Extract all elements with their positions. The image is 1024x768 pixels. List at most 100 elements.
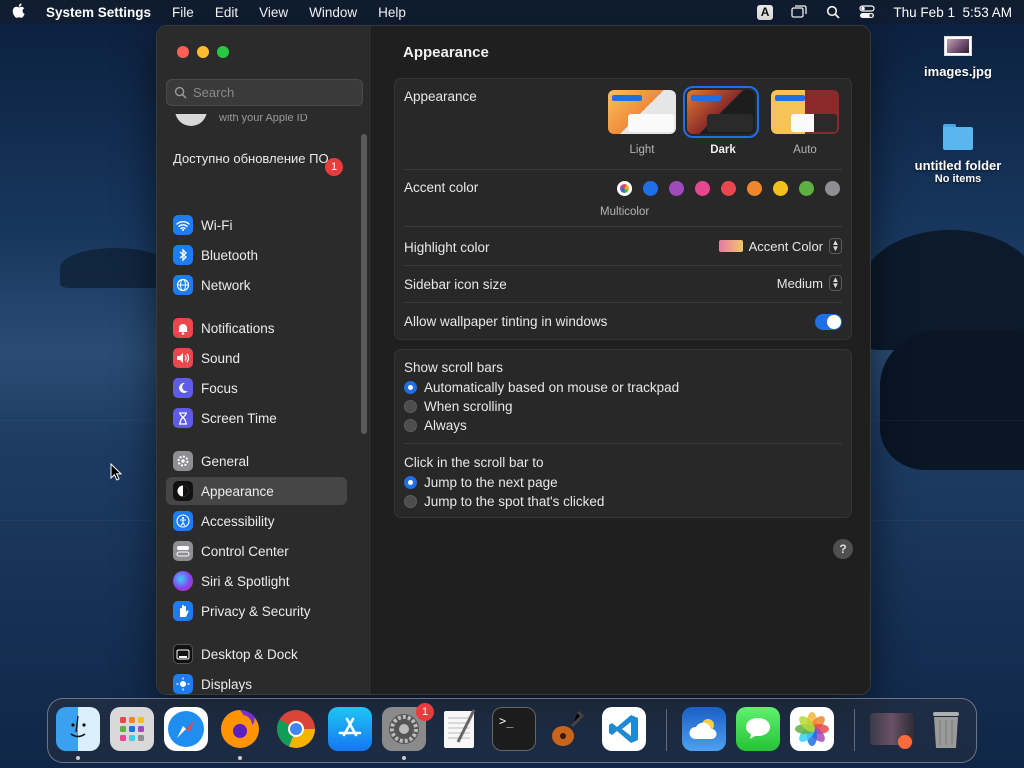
accent-green-swatch[interactable] bbox=[799, 181, 814, 196]
window-controls bbox=[177, 46, 229, 58]
control-center-icon bbox=[173, 541, 193, 561]
menu-app-name[interactable]: System Settings bbox=[46, 5, 151, 20]
close-button[interactable] bbox=[177, 46, 189, 58]
sidebar-item-label: Appearance bbox=[201, 483, 274, 499]
appearance-option-light[interactable] bbox=[608, 90, 676, 134]
dock-textedit[interactable] bbox=[438, 707, 482, 751]
dock-terminal[interactable]: >_ bbox=[492, 707, 536, 751]
sidebar-item-privacy-security[interactable]: Privacy & Security bbox=[166, 597, 347, 625]
menu-file[interactable]: File bbox=[172, 5, 194, 20]
dock-separator bbox=[854, 709, 855, 751]
accent-multicolor-swatch[interactable] bbox=[617, 181, 632, 196]
desktop-folder-untitled[interactable]: untitled folder No items bbox=[906, 124, 1010, 185]
sidebar-item-desktop-dock[interactable]: Desktop & Dock bbox=[166, 640, 347, 668]
accent-orange-swatch[interactable] bbox=[747, 181, 762, 196]
sidebar-item-notifications[interactable]: Notifications bbox=[166, 314, 347, 342]
appearance-option-auto[interactable] bbox=[771, 90, 839, 134]
dock-photos[interactable] bbox=[790, 707, 834, 751]
radio-label: When scrolling bbox=[424, 399, 513, 414]
sidebar-item-screen-time[interactable]: Screen Time bbox=[166, 404, 347, 432]
search-icon bbox=[174, 86, 187, 99]
help-button[interactable]: ? bbox=[833, 539, 853, 559]
click-scroll-option-spot-clicked[interactable]: Jump to the spot that's clicked bbox=[404, 494, 604, 509]
radio-button bbox=[404, 419, 417, 432]
accent-graphite-swatch[interactable] bbox=[825, 181, 840, 196]
appearance-option-light-label: Light bbox=[629, 144, 655, 156]
apple-menu-icon[interactable] bbox=[12, 3, 25, 21]
sidebar-item-label: Displays bbox=[201, 676, 253, 692]
search-input[interactable] bbox=[193, 85, 353, 100]
radio-label: Always bbox=[424, 418, 467, 433]
radio-label: Jump to the spot that's clicked bbox=[424, 494, 605, 509]
appearance-option-dark[interactable] bbox=[683, 86, 759, 138]
dock-launchpad[interactable] bbox=[110, 707, 154, 751]
sidebar-item-siri-spotlight[interactable]: Siri & Spotlight bbox=[166, 567, 347, 595]
sidebar-icon-size-popup[interactable]: Medium ▲ ▼ bbox=[777, 275, 842, 291]
accent-yellow-swatch[interactable] bbox=[773, 181, 788, 196]
dock-firefox[interactable] bbox=[218, 707, 262, 751]
dock-weather[interactable] bbox=[682, 707, 726, 751]
sidebar-scrollbar[interactable] bbox=[361, 134, 367, 434]
dock-safari[interactable] bbox=[164, 707, 208, 751]
dock-finder[interactable] bbox=[56, 707, 100, 751]
wallpaper-tinting-label: Allow wallpaper tinting in windows bbox=[404, 314, 608, 329]
input-source-icon[interactable]: A bbox=[756, 4, 774, 20]
sidebar-item-general[interactable]: General bbox=[166, 447, 347, 475]
sidebar-item-label: Screen Time bbox=[201, 410, 277, 426]
menu-help[interactable]: Help bbox=[378, 5, 406, 20]
sidebar-icon-size-value: Medium bbox=[776, 275, 823, 291]
desktop-file-images[interactable]: images.jpg bbox=[912, 36, 1004, 79]
menu-view[interactable]: View bbox=[259, 5, 288, 20]
vscode-icon bbox=[609, 715, 638, 743]
show-scroll-bars-label: Show scroll bars bbox=[404, 360, 504, 375]
sidebar-item-network[interactable]: Network bbox=[166, 271, 347, 299]
firefox-icon bbox=[221, 710, 259, 748]
accent-blue-swatch[interactable] bbox=[643, 181, 658, 196]
zoom-button[interactable] bbox=[217, 46, 229, 58]
appearance-option-dark-label: Dark bbox=[710, 144, 736, 156]
minimize-button[interactable] bbox=[197, 46, 209, 58]
image-file-icon bbox=[944, 36, 972, 56]
menu-edit[interactable]: Edit bbox=[215, 5, 238, 20]
sidebar-item-displays[interactable]: Displays bbox=[166, 670, 347, 694]
chevron-updown-icon: ▲ ▼ bbox=[829, 275, 842, 291]
scroll-bars-option-when-scrolling[interactable]: When scrolling bbox=[404, 399, 513, 414]
click-scroll-option-next-page[interactable]: Jump to the next page bbox=[404, 475, 558, 490]
window-switcher-icon[interactable] bbox=[791, 5, 808, 19]
sidebar-item-appearance[interactable]: Appearance bbox=[166, 477, 347, 505]
dock-garageband[interactable] bbox=[546, 707, 590, 751]
scroll-bars-option-always[interactable]: Always bbox=[404, 418, 467, 433]
dock-vscode[interactable] bbox=[602, 707, 646, 751]
sidebar-item-wifi[interactable]: Wi-Fi bbox=[166, 211, 347, 239]
sidebar-item-focus[interactable]: Focus bbox=[166, 374, 347, 402]
finder-icon bbox=[70, 715, 86, 738]
wallpaper-tinting-toggle[interactable] bbox=[815, 314, 842, 330]
dock-messages[interactable] bbox=[736, 707, 780, 751]
accent-purple-swatch[interactable] bbox=[669, 181, 684, 196]
sidebar-item-sound[interactable]: Sound bbox=[166, 344, 347, 372]
software-update-item[interactable]: Доступно обновление ПО 1 bbox=[173, 151, 343, 176]
dock-icon bbox=[173, 644, 193, 664]
sidebar-item-bluetooth[interactable]: Bluetooth bbox=[166, 241, 347, 269]
menu-clock[interactable]: Thu Feb 1 5:53 AM bbox=[893, 5, 1012, 20]
accent-red-swatch[interactable] bbox=[721, 181, 736, 196]
running-indicator bbox=[402, 756, 406, 760]
spotlight-search-icon[interactable] bbox=[825, 5, 841, 19]
dock-downloads-stack[interactable] bbox=[870, 707, 914, 751]
accent-pink-swatch[interactable] bbox=[695, 181, 710, 196]
scroll-settings-group: Show scroll bars Automatically based on … bbox=[394, 349, 852, 518]
dock-trash[interactable] bbox=[924, 707, 968, 751]
dock-chrome[interactable] bbox=[274, 707, 318, 751]
menu-window[interactable]: Window bbox=[309, 5, 357, 20]
sidebar-item-accessibility[interactable]: Accessibility bbox=[166, 507, 347, 535]
hourglass-icon bbox=[173, 408, 193, 428]
apple-id-row[interactable]: with your Apple ID bbox=[175, 114, 308, 126]
dock-app-store[interactable] bbox=[328, 707, 372, 751]
divider bbox=[404, 226, 842, 227]
scroll-bars-option-auto[interactable]: Automatically based on mouse or trackpad bbox=[404, 380, 679, 395]
control-center-icon[interactable] bbox=[859, 5, 876, 19]
bluetooth-icon bbox=[173, 245, 193, 265]
highlight-color-popup[interactable]: Accent Color ▲ ▼ bbox=[718, 238, 842, 254]
sidebar-item-control-center[interactable]: Control Center bbox=[166, 537, 347, 565]
dock-separator bbox=[666, 709, 667, 751]
